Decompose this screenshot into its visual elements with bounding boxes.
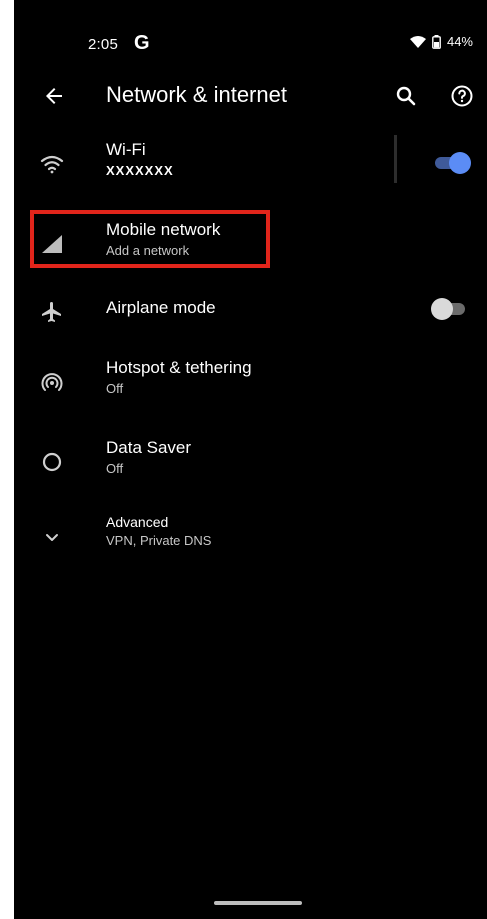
wifi-toggle[interactable] [431,152,471,174]
list-item-advanced[interactable]: Advanced VPN, Private DNS [14,504,487,568]
battery-icon [432,34,441,49]
data-saver-summary: Off [106,461,124,476]
back-arrow-icon[interactable] [42,84,66,108]
status-time: 2:05 [88,36,118,53]
airplane-icon [38,298,66,326]
list-item-data-saver[interactable]: Data Saver Off [14,428,487,492]
data-saver-icon [38,448,66,476]
wifi-network-name: XXXXXXX [106,163,174,178]
list-item-hotspot[interactable]: Hotspot & tethering Off [14,348,487,412]
page-title: Network & internet [106,82,287,107]
phone-screen: 2:05 G 44% Network & internet Wi-Fi XXXX… [14,0,487,919]
data-saver-label: Data Saver [106,438,192,457]
airplane-mode-label: Airplane mode [106,298,216,317]
wifi-label: Wi-Fi [106,140,146,159]
airplane-toggle-thumb [431,298,453,320]
hotspot-label: Hotspot & tethering [106,358,252,377]
advanced-summary: VPN, Private DNS [106,533,212,548]
search-icon[interactable] [394,84,418,108]
wifi-toggle-thumb [449,152,471,174]
hotspot-icon [38,368,66,396]
wifi-icon [38,150,66,178]
highlight-box [30,210,270,268]
gesture-navigation-bar[interactable] [214,901,302,905]
wifi-divider [394,135,397,183]
list-item-wifi[interactable]: Wi-Fi XXXXXXX [14,130,487,194]
advanced-label: Advanced [106,514,169,530]
chevron-down-icon [38,524,66,552]
status-icons: 44% [409,34,473,49]
google-g-icon: G [134,32,150,54]
app-bar: Network & internet [14,70,487,118]
hotspot-summary: Off [106,381,124,396]
wifi-status-icon [409,35,426,48]
airplane-toggle[interactable] [431,298,471,320]
battery-percent: 44% [446,34,473,49]
help-icon[interactable] [450,84,474,108]
list-item-airplane-mode[interactable]: Airplane mode [14,278,487,342]
